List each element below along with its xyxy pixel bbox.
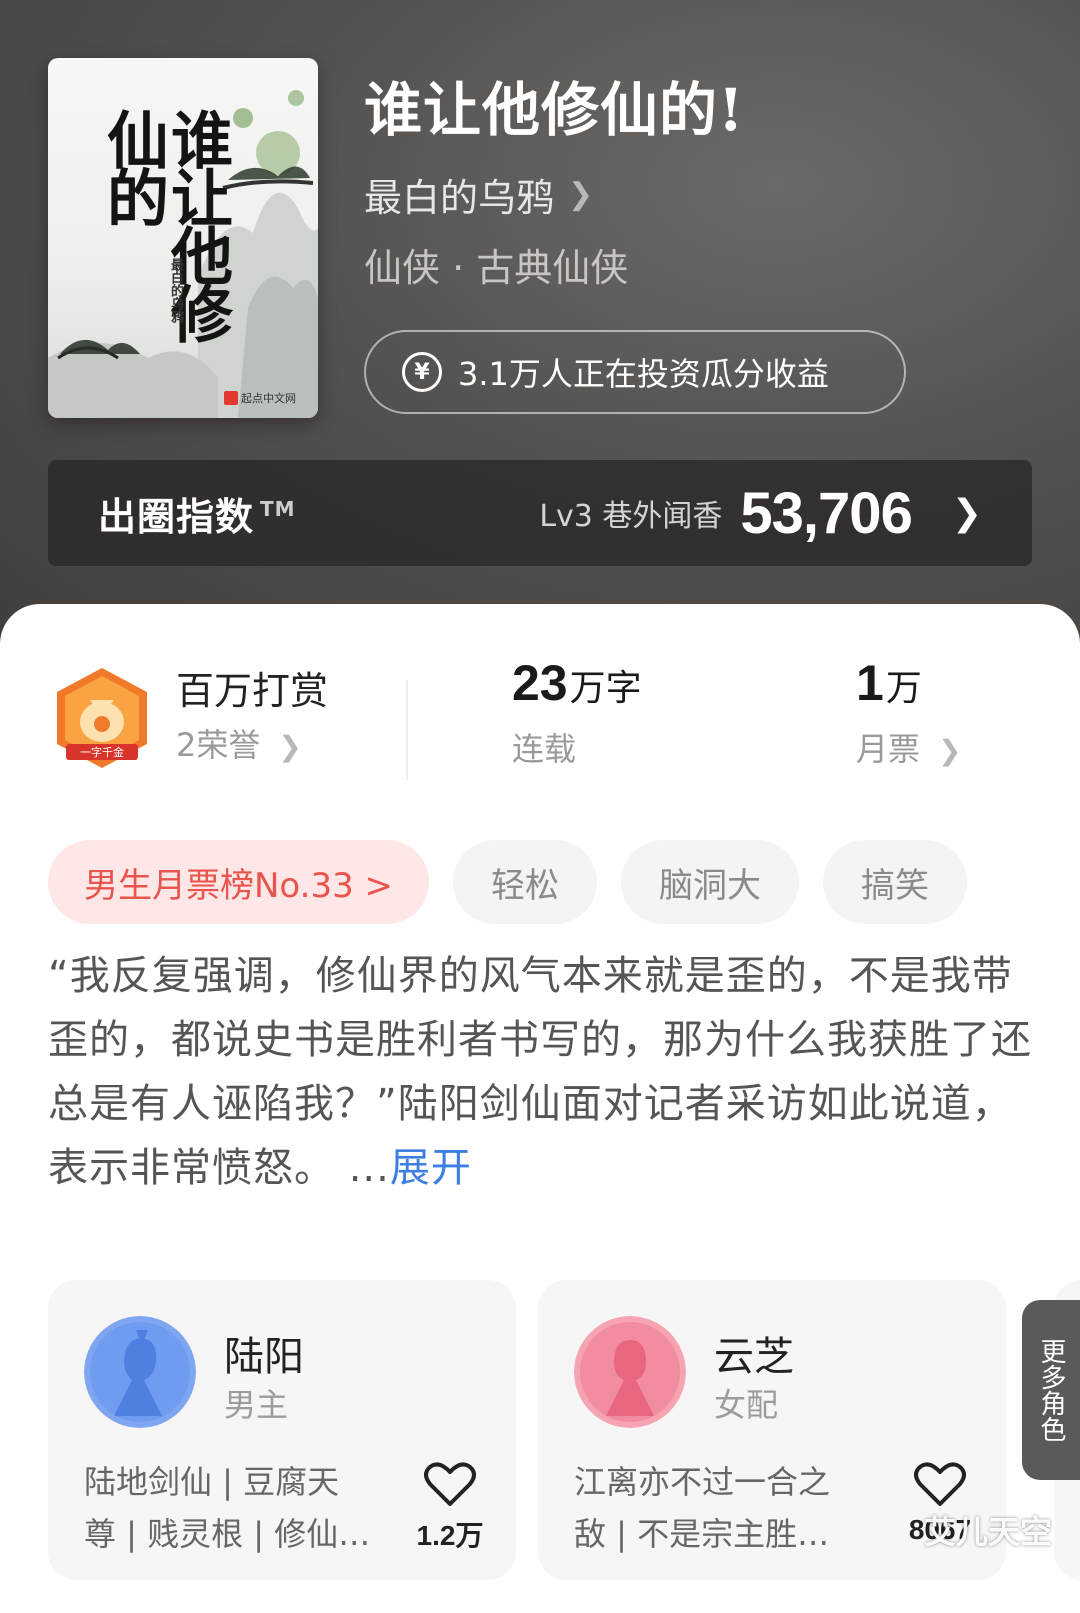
reward-medal-icon[interactable]: 一字千金: [52, 666, 152, 770]
invest-label: 3.1万人正在投资瓜分收益: [458, 355, 829, 393]
reward-title: 百万打赏: [176, 669, 329, 713]
word-count: 23万字: [512, 655, 642, 711]
character-avatar: [574, 1316, 686, 1428]
like-count: 1.2万: [416, 1520, 484, 1551]
tag-row: 男生月票榜No.33 > 轻松 脑洞大 搞笑: [48, 840, 968, 924]
author-name: 最白的乌鸦: [364, 175, 555, 220]
publisher-name: 起点中文网: [241, 392, 296, 405]
book-detail-sheet: 一字千金 百万打赏 2荣誉 ❯ 23万字 连载 1万 月票 ❯ 男生月票榜No.33…: [0, 604, 1080, 1613]
book-header: 谁让他修仙的 最白的乌鸦 起点中文网 谁让他修仙的! 最白的乌鸦 ❯ 仙侠 · …: [0, 0, 1080, 660]
book-cover[interactable]: 谁让他修仙的 最白的乌鸦 起点中文网: [48, 58, 318, 418]
tag-item[interactable]: 脑洞大: [621, 840, 800, 924]
heart-icon: [914, 1462, 966, 1506]
chevron-right-icon: ❯: [568, 176, 594, 212]
expand-link[interactable]: 展开: [390, 1145, 472, 1191]
chevron-right-icon: ❯: [278, 730, 302, 763]
index-value: 53,706: [740, 480, 912, 546]
cover-publisher: 起点中文网: [224, 390, 296, 406]
chevron-right-icon: ❯: [938, 734, 962, 767]
character-name: 云芝: [714, 1334, 794, 1380]
rank-tag[interactable]: 男生月票榜No.33 >: [48, 840, 430, 924]
book-title: 谁让他修仙的!: [364, 76, 745, 144]
index-level: Lv3 巷外闻香: [539, 499, 723, 534]
reward-honors[interactable]: 2荣誉 ❯: [176, 720, 302, 766]
monthly-votes: 1万: [856, 655, 922, 711]
chevron-right-icon: ❯: [951, 492, 982, 534]
watermark: 艾儿天空: [923, 1513, 1052, 1551]
medal-text: 一字千金: [80, 745, 124, 759]
author-link[interactable]: 最白的乌鸦 ❯: [364, 164, 593, 224]
publisher-logo-icon: [224, 391, 238, 405]
synopsis: “我反复强调，修仙界的风气本来就是歪的，不是我带歪的，都说史书是胜利者书写的，那…: [48, 944, 1038, 1200]
cover-author: 最白的乌鸦: [168, 258, 183, 323]
popularity-index-bar[interactable]: 出圈指数 TM Lv3 巷外闻香 53,706 ❯: [48, 460, 1032, 566]
character-desc: 江离亦不过一合之 敌 | 不是宗主胜…: [574, 1463, 831, 1553]
invest-button[interactable]: ¥ 3.1万人正在投资瓜分收益: [364, 330, 906, 414]
trademark-mark: TM: [260, 496, 296, 521]
character-desc: 陆地剑仙 | 豆腐天 尊 | 贱灵根 | 修仙…: [84, 1463, 371, 1553]
character-role: 女配: [714, 1386, 779, 1424]
index-title: 出圈指数 TM: [98, 494, 296, 539]
character-card[interactable]: 陆阳 男主 陆地剑仙 | 豆腐天 尊 | 贱灵根 | 修仙… 1.2万: [48, 1280, 516, 1580]
cover-title: 谁让他修仙的: [96, 108, 233, 340]
synopsis-text: “我反复强调，修仙界的风气本来就是歪的，不是我带歪的，都说史书是胜利者书写的，那…: [48, 953, 1032, 1191]
heart-icon: [424, 1462, 476, 1506]
monthly-votes-link[interactable]: 月票 ❯: [856, 724, 961, 770]
tag-item[interactable]: 搞笑: [823, 840, 968, 924]
like-button[interactable]: 1.2万: [410, 1462, 490, 1554]
character-name: 陆阳: [224, 1334, 304, 1380]
stats-divider: [406, 680, 408, 780]
book-genre: 仙侠 · 古典仙侠: [364, 246, 629, 290]
serial-status: 连载: [512, 730, 577, 768]
character-role: 男主: [224, 1386, 289, 1424]
yen-icon: ¥: [402, 352, 442, 392]
tag-item[interactable]: 轻松: [453, 840, 598, 924]
more-roles-button[interactable]: 更多角色: [1022, 1300, 1080, 1480]
character-avatar: [84, 1316, 196, 1428]
stats-row: 一字千金 百万打赏 2荣誉 ❯ 23万字 连载 1万 月票 ❯: [0, 654, 1080, 784]
